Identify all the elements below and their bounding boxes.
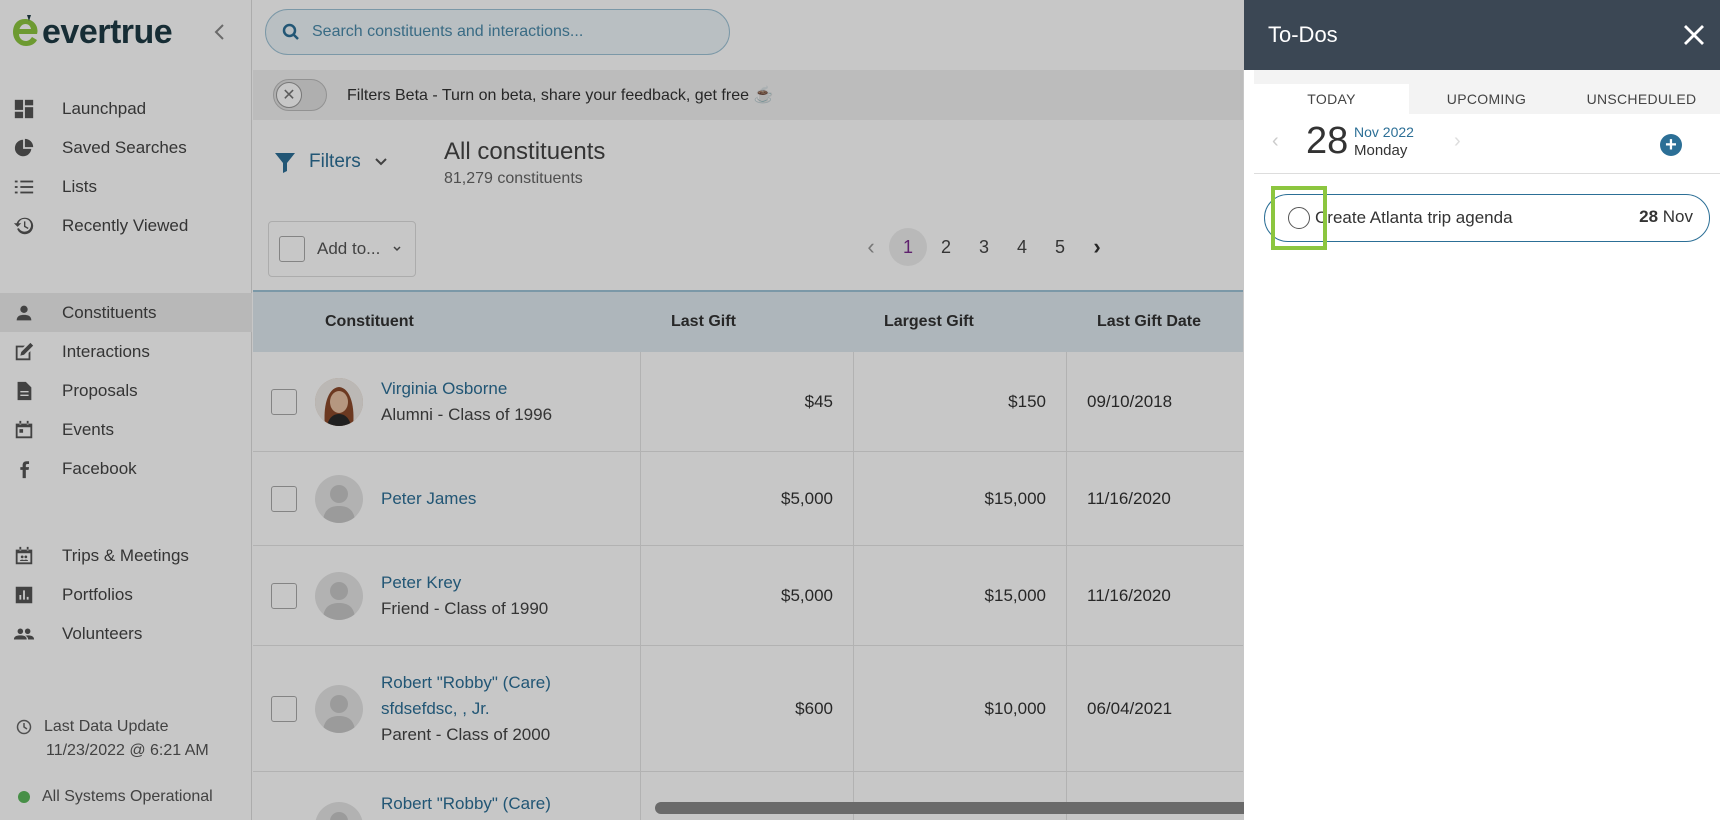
- todo-complete-checkbox[interactable]: [1271, 186, 1327, 250]
- tab-today[interactable]: TODAY: [1254, 84, 1409, 114]
- todo-text: Create Atlanta trip agenda: [1315, 208, 1513, 227]
- todo-due-date: 28 Nov: [1639, 207, 1693, 227]
- prev-day-icon[interactable]: ‹: [1272, 130, 1279, 153]
- todo-due-day: 28: [1639, 207, 1659, 226]
- date-month-year: Nov 2022: [1354, 124, 1414, 140]
- modal-backdrop[interactable]: [0, 0, 1244, 820]
- circle-checkbox-icon: [1288, 207, 1310, 229]
- todos-tabs: TODAY UPCOMING UNSCHEDULED: [1254, 84, 1720, 114]
- todo-list: Create Atlanta trip agenda 28 Nov: [1254, 174, 1720, 820]
- todos-panel: To-Dos TODAY UPCOMING UNSCHEDULED ‹ 28 N…: [1244, 0, 1720, 820]
- todos-title: To-Dos: [1268, 22, 1338, 47]
- todos-panel-body: TODAY UPCOMING UNSCHEDULED ‹ 28 Nov 2022…: [1254, 70, 1720, 820]
- date-weekday: Monday: [1354, 142, 1408, 159]
- todos-panel-header: To-Dos: [1244, 0, 1720, 70]
- date-day-number: 28: [1306, 120, 1349, 162]
- todo-due-month: Nov: [1662, 207, 1693, 226]
- date-navigator: ‹ 28 Nov 2022 Monday › +: [1254, 114, 1720, 174]
- add-todo-button[interactable]: +: [1660, 134, 1682, 156]
- next-day-icon[interactable]: ›: [1454, 130, 1461, 153]
- tab-upcoming[interactable]: UPCOMING: [1409, 84, 1564, 114]
- close-icon[interactable]: [1682, 23, 1706, 47]
- tab-unscheduled[interactable]: UNSCHEDULED: [1564, 84, 1719, 114]
- todo-item[interactable]: Create Atlanta trip agenda 28 Nov: [1264, 186, 1710, 250]
